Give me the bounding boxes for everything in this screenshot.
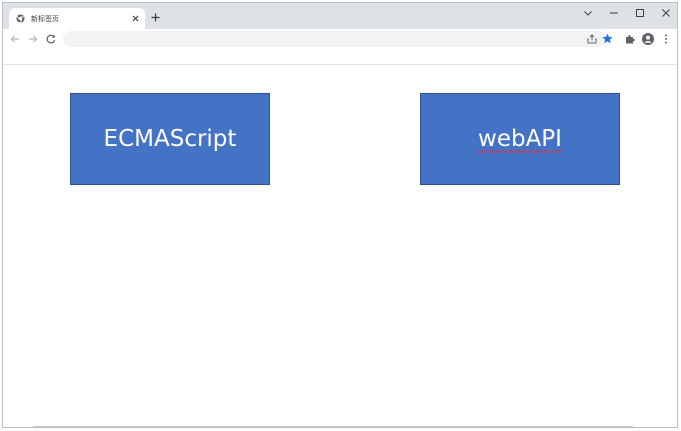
address-bar-input[interactable] xyxy=(63,31,606,47)
menu-button[interactable] xyxy=(659,32,673,46)
tab-title: 新标签页 xyxy=(31,15,59,23)
tab-strip: 新标签页 xyxy=(3,3,677,29)
arrow-left-icon xyxy=(10,35,19,43)
reload-icon xyxy=(46,34,56,44)
extensions-button[interactable] xyxy=(623,32,637,46)
share-icon xyxy=(587,34,597,44)
toolbar xyxy=(3,29,677,49)
plus-icon xyxy=(150,12,160,22)
arrow-right-icon xyxy=(29,35,38,43)
ecmascript-label: ECMAScript xyxy=(103,126,237,152)
chrome-icon xyxy=(15,14,25,24)
maximize-button[interactable] xyxy=(627,4,653,22)
kebab-menu-icon xyxy=(665,34,667,44)
star-icon xyxy=(601,33,613,43)
webapi-box: webAPI xyxy=(420,93,620,185)
bookmark-button[interactable] xyxy=(601,32,613,44)
maximize-icon xyxy=(636,9,644,17)
bottom-edge xyxy=(33,426,633,427)
minimize-button[interactable] xyxy=(601,4,627,22)
profile-button[interactable] xyxy=(641,32,655,46)
close-icon xyxy=(662,9,670,17)
window-close-button[interactable] xyxy=(653,4,677,22)
back-button[interactable] xyxy=(8,32,22,46)
puzzle-icon xyxy=(626,35,635,44)
browser-window: 新标签页 ECMAScript webAPI xyxy=(2,2,678,428)
close-icon[interactable] xyxy=(129,13,141,25)
ecmascript-box: ECMAScript xyxy=(70,93,270,185)
avatar-icon xyxy=(642,33,654,45)
tab-new-tab-page[interactable]: 新标签页 xyxy=(9,8,145,29)
tab-search-button[interactable] xyxy=(575,4,601,22)
webapi-label: webAPI xyxy=(478,126,562,152)
forward-button[interactable] xyxy=(26,32,40,46)
toolbar-divider xyxy=(3,64,677,65)
chevron-down-icon xyxy=(584,10,592,16)
minimize-icon xyxy=(610,12,618,14)
reload-button[interactable] xyxy=(44,32,58,46)
new-tab-button[interactable] xyxy=(148,10,162,24)
share-button[interactable] xyxy=(586,33,598,45)
